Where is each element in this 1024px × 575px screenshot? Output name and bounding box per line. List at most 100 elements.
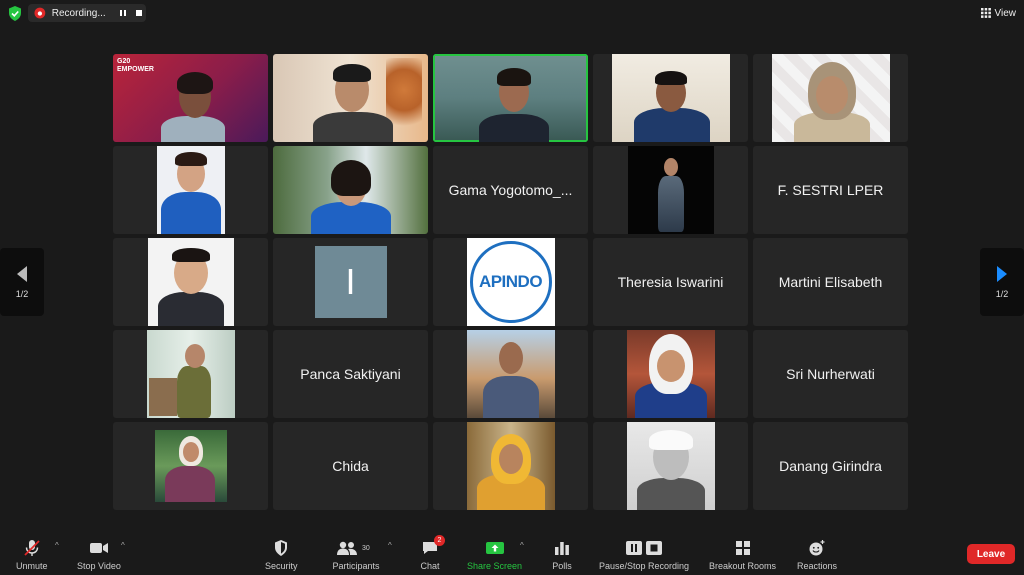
participant-video (154, 430, 227, 502)
arrow-left-icon (17, 266, 27, 282)
g20-empower-logo: G20 EMPOWER (117, 58, 154, 73)
shield-icon[interactable] (8, 6, 22, 21)
apindo-logo: APINDO (466, 238, 555, 326)
participant-name: Panca Saktiyani (300, 366, 401, 382)
share-options-chevron-up-icon[interactable]: ^ (520, 541, 524, 550)
participant-tile[interactable] (113, 146, 268, 234)
stop-video-label: Stop Video (77, 561, 121, 571)
participants-options-chevron-up-icon[interactable]: ^ (388, 541, 392, 550)
breakout-rooms-button[interactable]: Breakout Rooms (709, 539, 776, 571)
participant-name: Martini Elisabeth (778, 274, 883, 290)
participant-tile[interactable] (273, 146, 428, 234)
participant-tile[interactable] (753, 54, 908, 142)
grid-view-icon (980, 8, 991, 18)
participant-tile[interactable] (593, 146, 748, 234)
pause-recording-icon[interactable] (117, 6, 131, 20)
participant-video (147, 238, 234, 326)
stop-video-button[interactable]: Stop Video (77, 539, 121, 571)
participant-tile[interactable]: F. SESTRI LPER (753, 146, 908, 234)
previous-page-button[interactable]: 1/2 (0, 248, 44, 316)
security-label: Security (265, 561, 298, 571)
participant-tile[interactable]: Gama Yogotomo_... (433, 146, 588, 234)
participant-name: Danang Girindra (779, 458, 882, 474)
pause-stop-recording-button[interactable]: Pause/Stop Recording (599, 539, 689, 571)
participant-name: Chida (332, 458, 369, 474)
participant-tile[interactable] (113, 238, 268, 326)
participant-tile[interactable] (273, 54, 428, 142)
top-bar: Recording... View (0, 0, 1024, 26)
participants-count: 30 (362, 545, 370, 552)
audio-options-chevron-up-icon[interactable]: ^ (55, 541, 59, 550)
pause-stop-recording-icon (626, 541, 663, 555)
participant-tile[interactable] (433, 330, 588, 418)
participant-video (771, 54, 890, 142)
security-shield-icon (275, 540, 288, 556)
polls-bar-chart-icon (555, 542, 569, 555)
page-indicator-right: 1/2 (995, 289, 1009, 299)
reactions-button[interactable]: Reactions (797, 539, 837, 571)
participant-initial: I (345, 261, 356, 302)
participant-tile[interactable]: APINDO (433, 238, 588, 326)
chat-button[interactable]: 2 Chat (419, 535, 445, 571)
participant-video (626, 422, 715, 510)
leave-button[interactable]: Leave (967, 544, 1015, 564)
chat-label: Chat (420, 561, 440, 571)
breakout-rooms-icon (735, 541, 750, 555)
participant-video (273, 146, 428, 234)
unmute-button[interactable]: Unmute (16, 539, 48, 571)
breakout-rooms-label: Breakout Rooms (709, 561, 777, 571)
reactions-smiley-icon (809, 540, 825, 556)
participant-tile[interactable] (113, 422, 268, 510)
participant-tile[interactable]: Martini Elisabeth (753, 238, 908, 326)
participant-tile[interactable] (113, 330, 268, 418)
participants-label: Participants (332, 561, 380, 571)
recording-indicator: Recording... (28, 4, 146, 22)
unmute-label: Unmute (16, 561, 48, 571)
chat-unread-badge: 2 (434, 535, 445, 546)
arrow-right-icon (997, 266, 1007, 282)
share-screen-icon (485, 542, 504, 554)
participant-tile[interactable]: Danang Girindra (753, 422, 908, 510)
participant-initial-avatar: I (314, 246, 387, 318)
participant-video (156, 146, 225, 234)
participant-video (466, 330, 555, 418)
participant-video (146, 330, 235, 418)
participant-tile[interactable] (593, 422, 748, 510)
participant-tile[interactable] (593, 54, 748, 142)
view-button[interactable]: View (980, 5, 1017, 21)
share-screen-button[interactable]: Share Screen (467, 539, 522, 571)
participant-tile[interactable]: Panca Saktiyani (273, 330, 428, 418)
participant-tile[interactable]: Sri Nurherwati (753, 330, 908, 418)
participant-name: F. SESTRI LPER (777, 182, 884, 198)
polls-label: Polls (552, 561, 572, 571)
participant-grid: G20 EMPOWER Gama Yogotomo_... F. SESTRI … (113, 54, 911, 510)
video-camera-icon (89, 543, 108, 553)
meeting-toolbar: Unmute ^ Stop Video ^ Security 30 Partic… (0, 535, 1024, 575)
participant-video (466, 422, 555, 510)
view-label: View (994, 7, 1017, 19)
participant-tile[interactable] (433, 422, 588, 510)
apindo-logo-text: APINDO (478, 272, 543, 291)
participant-video (433, 54, 588, 142)
participant-tile[interactable]: G20 EMPOWER (113, 54, 268, 142)
recording-cloud-icon (34, 7, 46, 19)
participant-tile[interactable]: Chida (273, 422, 428, 510)
next-page-button[interactable]: 1/2 (980, 248, 1024, 316)
participant-video (611, 54, 730, 142)
microphone-muted-icon (24, 540, 40, 556)
participant-tile[interactable]: Theresia Iswarini (593, 238, 748, 326)
participant-tile-active-speaker[interactable] (433, 54, 588, 142)
stop-recording-icon[interactable] (132, 6, 146, 20)
participant-tile[interactable]: I (273, 238, 428, 326)
participants-button[interactable]: 30 Participants (332, 539, 380, 571)
participants-icon (337, 541, 357, 555)
participant-video (626, 330, 715, 418)
participant-tile[interactable] (593, 330, 748, 418)
security-button[interactable]: Security (265, 539, 298, 571)
polls-button[interactable]: Polls (551, 539, 573, 571)
reactions-label: Reactions (797, 561, 838, 571)
share-screen-label: Share Screen (467, 561, 523, 571)
video-options-chevron-up-icon[interactable]: ^ (121, 541, 125, 550)
participant-video (627, 146, 714, 234)
participant-name: Theresia Iswarini (617, 274, 724, 290)
